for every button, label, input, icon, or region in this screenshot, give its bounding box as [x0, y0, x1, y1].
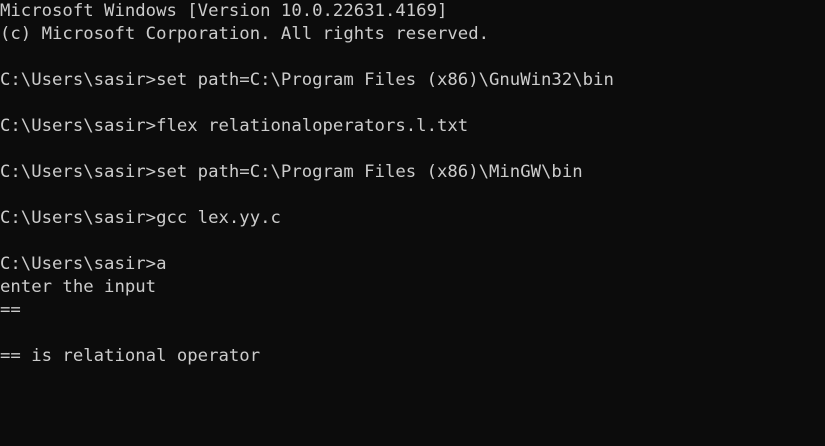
output-line-blank [0, 322, 825, 345]
output-line-blank [0, 138, 825, 161]
command-line-gcc: C:\Users\sasir>gcc lex.yy.c [0, 208, 281, 228]
output-line-banner: Microsoft Windows [Version 10.0.22631.41… [0, 1, 448, 21]
terminal-output[interactable]: Microsoft Windows [Version 10.0.22631.41… [0, 0, 825, 446]
input-line-user-entry: == [0, 300, 21, 320]
output-line-blank [0, 92, 825, 115]
output-line-prompt: enter the input [0, 277, 157, 297]
output-line-blank [0, 46, 825, 69]
output-line-blank [0, 184, 825, 207]
command-line-set-path-gnuwin: C:\Users\sasir>set path=C:\Program Files… [0, 70, 614, 90]
output-line-copyright: (c) Microsoft Corporation. All rights re… [0, 24, 489, 44]
command-line-run: C:\Users\sasir>a [0, 254, 167, 274]
output-line-blank [0, 230, 825, 253]
command-line-set-path-mingw: C:\Users\sasir>set path=C:\Program Files… [0, 162, 583, 182]
output-line-result: == is relational operator [0, 346, 261, 366]
command-line-flex: C:\Users\sasir>flex relationaloperators.… [0, 116, 469, 136]
